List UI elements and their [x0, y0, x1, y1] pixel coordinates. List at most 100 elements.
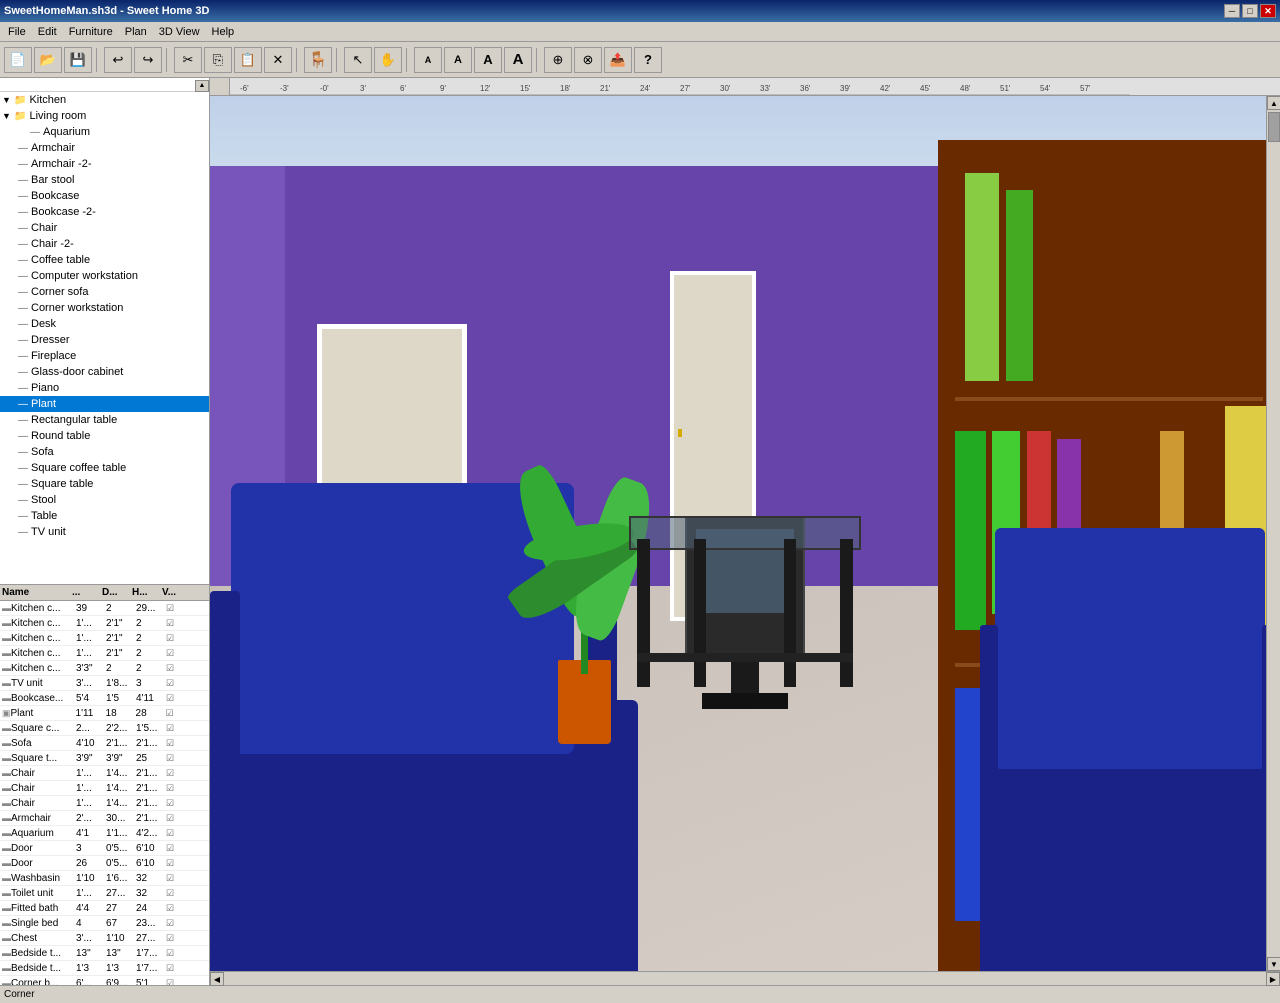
- save-button[interactable]: 💾: [64, 47, 92, 73]
- tree-dresser[interactable]: — Dresser: [0, 332, 209, 348]
- prop-row-kitchenc1[interactable]: ▬ Kitchen c... 39 2 29... ☑: [0, 601, 209, 616]
- text-a1[interactable]: A: [414, 47, 442, 73]
- prop-row-tvunit[interactable]: ▬ TV unit 3'... 1'8... 3 ☑: [0, 676, 209, 691]
- prop-row-kitchenc5[interactable]: ▬ Kitchen c... 3'3" 2 2 ☑: [0, 661, 209, 676]
- tree-cornersofa[interactable]: — Corner sofa: [0, 284, 209, 300]
- tree-roundtable[interactable]: — Round table: [0, 428, 209, 444]
- prop-row-squarec[interactable]: ▬ Square c... 2... 2'2... 1'5... ☑: [0, 721, 209, 736]
- tree-armchair2[interactable]: — Armchair -2-: [0, 156, 209, 172]
- minimize-button[interactable]: ─: [1224, 4, 1240, 18]
- prop-row-kitchenc3[interactable]: ▬ Kitchen c... 1'... 2'1" 2 ☑: [0, 631, 209, 646]
- vscroll-up[interactable]: ▲: [1267, 96, 1280, 110]
- 3dview-hscroll[interactable]: ◀ ▶: [210, 971, 1280, 985]
- row-h: 2: [136, 633, 166, 644]
- tree-livingroom[interactable]: ▼ 📁 Living room: [0, 108, 209, 124]
- tree-computerworkstation[interactable]: — Computer workstation: [0, 268, 209, 284]
- sep5: [406, 48, 410, 72]
- ruler-corner: [210, 78, 230, 96]
- tree-stool[interactable]: — Stool: [0, 492, 209, 508]
- prop-row-aquarium[interactable]: ▬ Aquarium 4'1 1'1... 4'2... ☑: [0, 826, 209, 841]
- tree-fireplace[interactable]: — Fireplace: [0, 348, 209, 364]
- vscroll-down[interactable]: ▼: [1267, 957, 1280, 971]
- prop-row-fittedbath[interactable]: ▬ Fitted bath 4'4 27 24 ☑: [0, 901, 209, 916]
- menu-file[interactable]: File: [2, 24, 32, 40]
- tree-squaretable[interactable]: — Square table: [0, 476, 209, 492]
- tree-cornerworkstation[interactable]: — Corner workstation: [0, 300, 209, 316]
- tree-bookcase[interactable]: — Bookcase: [0, 188, 209, 204]
- tree-squarecoffee[interactable]: — Square coffee table: [0, 460, 209, 476]
- tree-barstool[interactable]: — Bar stool: [0, 172, 209, 188]
- text-a4[interactable]: A: [504, 47, 532, 73]
- prop-row-bedside2[interactable]: ▬ Bedside t... 1'3 1'3 1'7... ☑: [0, 961, 209, 976]
- hscroll-right[interactable]: ▶: [1266, 972, 1280, 986]
- prop-row-singlebed[interactable]: ▬ Single bed 4 67 23... ☑: [0, 916, 209, 931]
- prop-row-squaret[interactable]: ▬ Square t... 3'9" 3'9" 25 ☑: [0, 751, 209, 766]
- prop-row-armchair[interactable]: ▬ Armchair 2'... 30... 2'1... ☑: [0, 811, 209, 826]
- prop-row-chair1[interactable]: ▬ Chair 1'... 1'4... 2'1... ☑: [0, 766, 209, 781]
- 3dview-vscroll[interactable]: ▲ ▼: [1266, 96, 1280, 971]
- prop-row-chair2[interactable]: ▬ Chair 1'... 1'4... 2'1... ☑: [0, 781, 209, 796]
- tree-chair2[interactable]: — Chair -2-: [0, 236, 209, 252]
- prop-row-sofa[interactable]: ▬ Sofa 4'10 2'1... 2'1... ☑: [0, 736, 209, 751]
- menu-help[interactable]: Help: [206, 24, 241, 40]
- vscroll-thumb[interactable]: [1268, 112, 1280, 142]
- tree-armchair[interactable]: — Armchair: [0, 140, 209, 156]
- text-a2[interactable]: A: [444, 47, 472, 73]
- menu-furniture[interactable]: Furniture: [63, 24, 119, 40]
- redo-button[interactable]: ↪: [134, 47, 162, 73]
- row-h: 24: [136, 903, 166, 914]
- help-button[interactable]: ?: [634, 47, 662, 73]
- prop-row-bookcase[interactable]: ▬ Bookcase... 5'4 1'5 4'11 ☑: [0, 691, 209, 706]
- text-a3[interactable]: A: [474, 47, 502, 73]
- row-d: 0'5...: [106, 843, 136, 854]
- tree-piano[interactable]: — Piano: [0, 380, 209, 396]
- menu-edit[interactable]: Edit: [32, 24, 63, 40]
- tree-table[interactable]: — Table: [0, 508, 209, 524]
- prop-row-plant[interactable]: ▣ Plant 1'11 18 28 ☑: [0, 706, 209, 721]
- export-button[interactable]: 📤: [604, 47, 632, 73]
- open-button[interactable]: 📂: [34, 47, 62, 73]
- tree-bookcase2[interactable]: — Bookcase -2-: [0, 204, 209, 220]
- close-button[interactable]: ✕: [1260, 4, 1276, 18]
- row-name: Square c...: [11, 723, 76, 734]
- tree-tvunit[interactable]: — TV unit: [0, 524, 209, 540]
- tree-desk[interactable]: — Desk: [0, 316, 209, 332]
- prop-row-bedside1[interactable]: ▬ Bedside t... 13" 13" 1'7... ☑: [0, 946, 209, 961]
- maximize-button[interactable]: □: [1242, 4, 1258, 18]
- pan-button[interactable]: ✋: [374, 47, 402, 73]
- prop-row-chair3[interactable]: ▬ Chair 1'... 1'4... 2'1... ☑: [0, 796, 209, 811]
- prop-row-door1[interactable]: ▬ Door 3 0'5... 6'10 ☑: [0, 841, 209, 856]
- tree-view[interactable]: ▲ ▼ 📁 Kitchen ▼ 📁 Living room — Aquarium…: [0, 78, 209, 585]
- hscroll-left[interactable]: ◀: [210, 972, 224, 986]
- menu-3dview[interactable]: 3D View: [153, 24, 206, 40]
- tree-glassdoor[interactable]: — Glass-door cabinet: [0, 364, 209, 380]
- prop-row-cornerb[interactable]: ▬ Corner b... 6'... 6'9... 5'1 ☑: [0, 976, 209, 985]
- paste-button[interactable]: 📋: [234, 47, 262, 73]
- prop-row-chest[interactable]: ▬ Chest 3'... 1'10 27... ☑: [0, 931, 209, 946]
- select-button[interactable]: ↖: [344, 47, 372, 73]
- prop-row-washbasin[interactable]: ▬ Washbasin 1'10 1'6... 32 ☑: [0, 871, 209, 886]
- tree-chair[interactable]: — Chair: [0, 220, 209, 236]
- tree-aquarium[interactable]: — Aquarium: [0, 124, 209, 140]
- zoom-in-button[interactable]: ⊕: [544, 47, 572, 73]
- tree-scroll-up[interactable]: ▲: [195, 80, 209, 92]
- prop-row-door2[interactable]: ▬ Door 26 0'5... 6'10 ☑: [0, 856, 209, 871]
- prop-row-kitchenc4[interactable]: ▬ Kitchen c... 1'... 2'1" 2 ☑: [0, 646, 209, 661]
- 3d-view[interactable]: ▲ ▼: [210, 96, 1280, 971]
- tree-coffeetable[interactable]: — Coffee table: [0, 252, 209, 268]
- add-furniture-button[interactable]: 🪑: [304, 47, 332, 73]
- tree-sofa[interactable]: — Sofa: [0, 444, 209, 460]
- copy-button[interactable]: ⎘: [204, 47, 232, 73]
- zoom-out-button[interactable]: ⊗: [574, 47, 602, 73]
- undo-button[interactable]: ↩: [104, 47, 132, 73]
- tree-plant[interactable]: — Plant: [0, 396, 209, 412]
- tree-rectabletable[interactable]: — Rectangular table: [0, 412, 209, 428]
- tree-kitchen[interactable]: ▼ 📁 Kitchen: [0, 92, 209, 108]
- prop-row-toilet[interactable]: ▬ Toilet unit 1'... 27... 32 ☑: [0, 886, 209, 901]
- delete-button[interactable]: ✕: [264, 47, 292, 73]
- new-button[interactable]: 📄: [4, 47, 32, 73]
- row-d: 1'8...: [106, 678, 136, 689]
- menu-plan[interactable]: Plan: [119, 24, 153, 40]
- prop-row-kitchenc2[interactable]: ▬ Kitchen c... 1'... 2'1" 2 ☑: [0, 616, 209, 631]
- cut-button[interactable]: ✂: [174, 47, 202, 73]
